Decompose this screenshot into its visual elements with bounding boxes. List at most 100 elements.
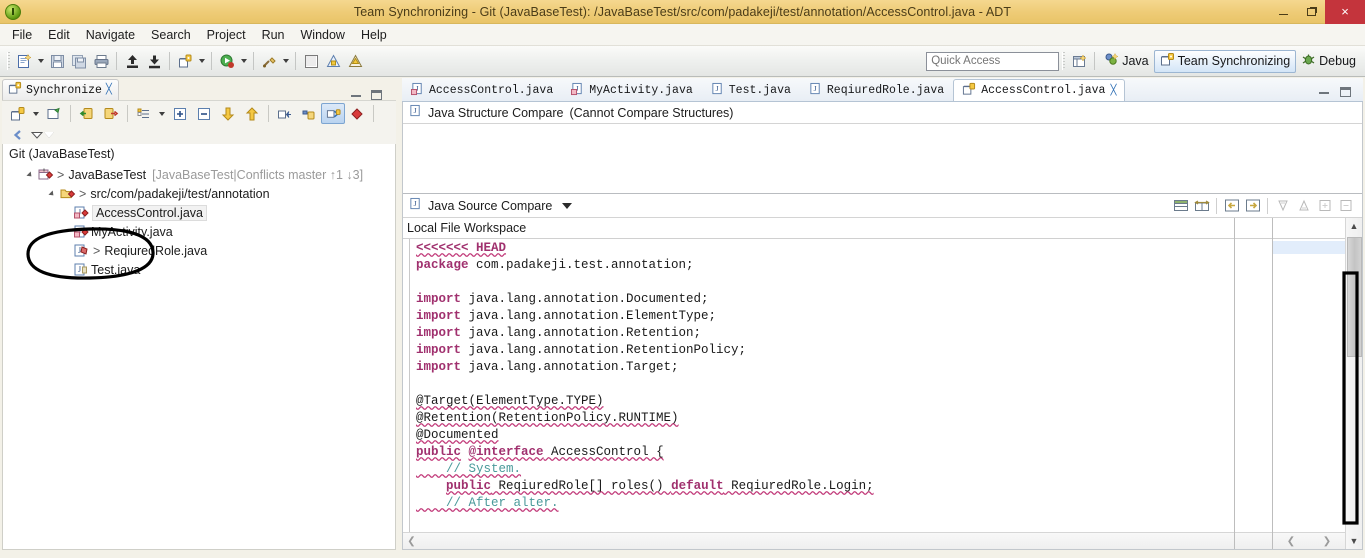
menu-navigate[interactable]: Navigate xyxy=(78,26,143,44)
synchronize-dropdown-icon[interactable] xyxy=(196,50,207,72)
pin-synchronization-icon[interactable] xyxy=(42,103,66,124)
layout-mode-icon[interactable] xyxy=(132,103,156,124)
view-menu-icon[interactable] xyxy=(30,124,54,145)
update-incoming-icon[interactable] xyxy=(273,103,297,124)
compare-gap-pane-title xyxy=(1235,218,1272,239)
expand-all-icon[interactable] xyxy=(168,103,192,124)
external-tools-dropdown-icon[interactable] xyxy=(280,50,291,72)
layout-dropdown-icon[interactable] xyxy=(156,103,168,124)
open-perspective-icon[interactable] xyxy=(1068,50,1090,72)
pull-downstream-icon[interactable] xyxy=(143,50,165,72)
android-project-wizard-icon[interactable] xyxy=(344,50,366,72)
tree-row-myactivity-java[interactable]: J MyActivity.java xyxy=(3,222,395,241)
editor-tab-accesscontrol-1[interactable]: J AccessControl.java xyxy=(402,79,562,101)
new-wizard-icon[interactable] xyxy=(13,50,35,72)
chevron-down-icon[interactable] xyxy=(562,202,573,209)
save-all-icon[interactable] xyxy=(68,50,90,72)
avd-manager-icon[interactable] xyxy=(322,50,344,72)
previous-change-icon[interactable] xyxy=(1335,196,1356,216)
menu-help[interactable]: Help xyxy=(353,26,395,44)
synchronize-now-icon[interactable] xyxy=(6,103,30,124)
menu-search[interactable]: Search xyxy=(143,26,199,44)
expand-arrow-icon[interactable] xyxy=(45,191,59,197)
push-upstream-icon[interactable] xyxy=(121,50,143,72)
editor-tab-accesscontrol-compare[interactable]: AccessControl.java ╳ xyxy=(953,79,1126,101)
next-difference-icon[interactable] xyxy=(1272,196,1293,216)
run-dropdown-icon[interactable] xyxy=(238,50,249,72)
android-sdk-manager-icon[interactable] xyxy=(300,50,322,72)
print-icon[interactable] xyxy=(90,50,112,72)
vertical-scrollbar-thumb[interactable] xyxy=(1346,237,1362,357)
perspective-java[interactable]: Java xyxy=(1099,50,1153,73)
tree-row-src-folder[interactable]: > src/com/padakeji/test/annotation xyxy=(3,184,395,203)
previous-difference-icon[interactable] xyxy=(240,103,264,124)
code-token: package xyxy=(416,258,469,272)
menu-run[interactable]: Run xyxy=(254,26,293,44)
scroll-left-icon[interactable]: ❮ xyxy=(1283,536,1300,547)
close-icon[interactable]: ╳ xyxy=(106,84,112,96)
three-pane-view-icon[interactable] xyxy=(1191,196,1212,216)
editor-tab-myactivity[interactable]: J MyActivity.java xyxy=(562,79,702,101)
tab-synchronize[interactable]: Synchronize ╳ xyxy=(2,79,119,100)
minimize-view-icon[interactable] xyxy=(351,94,361,97)
horizontal-scrollbar[interactable]: ❮ xyxy=(403,532,1234,549)
code-line: @Retention(RetentionPolicy.RUNTIME) xyxy=(416,410,1234,427)
scroll-left-icon[interactable]: ❮ xyxy=(403,536,420,547)
code-text[interactable]: <<<<<<< HEAD package com.padakeji.test.an… xyxy=(410,239,1234,532)
perspective-debug[interactable]: Debug xyxy=(1296,50,1361,73)
maximize-button[interactable] xyxy=(1297,0,1325,24)
new-wizard-dropdown-icon[interactable] xyxy=(35,50,46,72)
outgoing-mode-icon[interactable] xyxy=(99,103,123,124)
scroll-up-icon[interactable]: ▲ xyxy=(1346,218,1363,234)
previous-difference-icon[interactable] xyxy=(1293,196,1314,216)
menu-file[interactable]: File xyxy=(4,26,40,44)
svg-text:J: J xyxy=(414,106,417,115)
menu-edit[interactable]: Edit xyxy=(40,26,78,44)
editor-tab-reqiuredrole[interactable]: J ReqiuredRole.java xyxy=(800,79,953,101)
expand-arrow-icon[interactable] xyxy=(23,172,37,178)
scroll-down-icon[interactable]: ▼ xyxy=(1346,533,1363,549)
mark-as-merged-icon[interactable] xyxy=(345,103,369,124)
incoming-mode-icon[interactable] xyxy=(75,103,99,124)
code-token: java.lang.annotation.Documented; xyxy=(461,292,709,306)
tree-row-javabasetest[interactable]: > JavaBaseTest [JavaBaseTest|Conflicts m… xyxy=(3,165,395,184)
editor-tabrow: J AccessControl.java J MyActivity.java J… xyxy=(402,78,1363,102)
copy-right-to-left-icon[interactable] xyxy=(1221,196,1242,216)
two-pane-view-icon[interactable] xyxy=(1170,196,1191,216)
collapse-all-icon[interactable] xyxy=(192,103,216,124)
perspective-toolbar-grip[interactable] xyxy=(1062,52,1066,70)
minimize-editor-icon[interactable] xyxy=(1319,91,1329,94)
code-token: import xyxy=(416,326,462,340)
remove-from-view-icon[interactable] xyxy=(6,124,30,145)
remote-horizontal-scrollbar[interactable]: ❮ ❯ xyxy=(1273,532,1345,549)
tree-row-test-java[interactable]: J Test.java xyxy=(3,260,395,279)
editor-tab-test[interactable]: J Test.java xyxy=(702,79,800,101)
synchronize-dropdown-icon[interactable] xyxy=(30,103,42,124)
tree-row-reqiuredrole-java[interactable]: J > ReqiuredRole.java xyxy=(3,241,395,260)
minimize-button[interactable] xyxy=(1269,0,1297,24)
commit-outgoing-icon[interactable] xyxy=(297,103,321,124)
vertical-scrollbar-track[interactable] xyxy=(1346,234,1363,533)
maximize-view-icon[interactable] xyxy=(371,90,382,100)
close-icon[interactable]: ╳ xyxy=(1110,85,1116,97)
synchronize-tree[interactable]: Git (JavaBaseTest) > JavaBaseTest [JavaB… xyxy=(2,144,396,550)
close-button[interactable]: × xyxy=(1325,0,1365,24)
menu-window[interactable]: Window xyxy=(293,26,353,44)
synchronize-icon[interactable] xyxy=(174,50,196,72)
merge-conflicts-icon[interactable] xyxy=(321,103,345,124)
next-difference-icon[interactable] xyxy=(216,103,240,124)
external-tools-icon[interactable] xyxy=(258,50,280,72)
perspective-team-synchronizing[interactable]: Team Synchronizing xyxy=(1153,49,1297,73)
run-icon[interactable] xyxy=(216,50,238,72)
scroll-right-icon[interactable]: ❯ xyxy=(1319,536,1336,547)
copy-left-to-right-icon[interactable] xyxy=(1242,196,1263,216)
menu-project[interactable]: Project xyxy=(199,26,254,44)
toolbar-grip[interactable] xyxy=(7,52,10,70)
tree-row-accesscontrol-java[interactable]: J AccessControl.java xyxy=(3,203,395,222)
save-icon[interactable] xyxy=(46,50,68,72)
quick-access-input[interactable] xyxy=(926,51,1060,71)
next-change-icon[interactable] xyxy=(1314,196,1335,216)
vertical-scrollbar[interactable]: ▲ ▼ xyxy=(1345,218,1362,549)
maximize-editor-icon[interactable] xyxy=(1340,87,1351,97)
local-file-code-area[interactable]: <<<<<<< HEAD package com.padakeji.test.an… xyxy=(403,239,1234,532)
